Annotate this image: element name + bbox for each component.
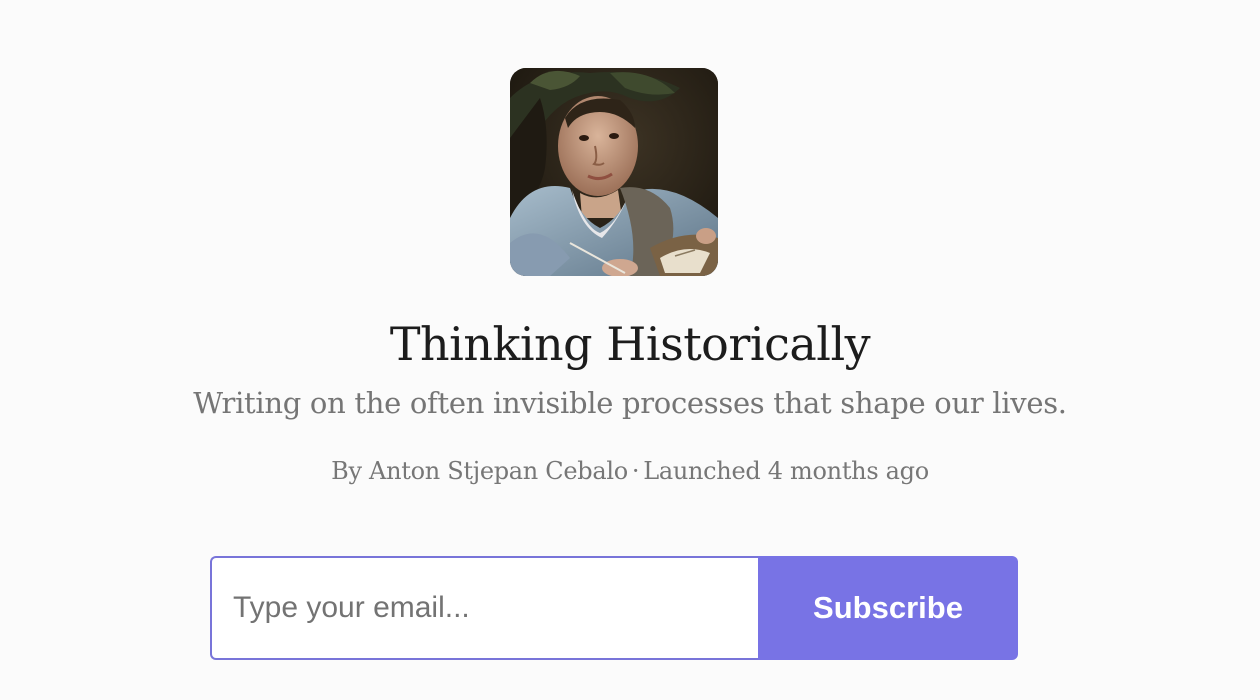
email-input[interactable] [210,556,758,660]
byline: By Anton Stjepan Cebalo · Launched 4 month… [0,454,1260,488]
publication-landing: Thinking Historically Writing on the oft… [0,0,1260,700]
subscribe-form: Subscribe [210,556,1018,660]
publication-logo [510,68,718,276]
byline-separator: · [631,457,640,485]
launch-date: Launched 4 months ago [643,457,929,485]
author-line: By Anton Stjepan Cebalo [331,457,628,485]
publication-title: Thinking Historically [389,317,871,371]
publication-subtitle: Writing on the often invisible processes… [193,386,1067,420]
portrait-painting-image [510,68,718,276]
subscribe-button[interactable]: Subscribe [758,556,1018,660]
